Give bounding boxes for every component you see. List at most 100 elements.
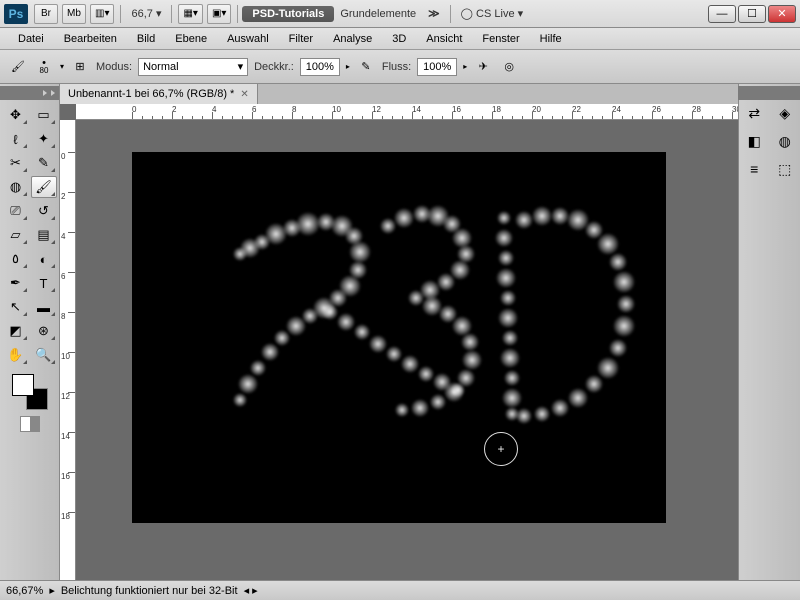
brush-stroke <box>497 211 511 225</box>
bridge-button[interactable]: Br <box>34 4 58 24</box>
tool-blur[interactable]: ٥ <box>3 248 29 270</box>
brush-stroke <box>418 366 434 382</box>
workspace-more-icon[interactable]: ≫ <box>422 7 446 20</box>
document-title: Unbenannt-1 bei 66,7% (RGB/8) * <box>68 88 234 100</box>
arrange-button[interactable]: ▦▾ <box>178 4 202 24</box>
tools-panel: ✥▭ℓ✦✂✎◍🖌⎚↺▱▤٥◐✒T↖▬◩⊛✋🔍 <box>0 84 60 580</box>
adjustments-icon[interactable]: ⇄ <box>743 102 765 124</box>
brush-preset-icon[interactable]: •80 <box>34 57 54 77</box>
tool-move[interactable]: ✥ <box>3 104 29 126</box>
tool-path[interactable]: ↖ <box>3 296 29 318</box>
brush-stroke <box>534 406 550 422</box>
tool-brush[interactable]: 🖌 <box>31 176 57 198</box>
minimize-button[interactable]: — <box>708 5 736 23</box>
screenmode-button[interactable]: ▣▾ <box>207 4 231 24</box>
brush-stroke <box>585 375 603 393</box>
tool-pen[interactable]: ✒ <box>3 272 29 294</box>
ruler-vertical[interactable]: 024681012141618 <box>60 120 76 580</box>
brush-stroke <box>504 370 520 386</box>
quickmask-toggle[interactable] <box>20 416 40 432</box>
opacity-input[interactable]: 100% <box>300 58 340 76</box>
brush-stroke <box>233 393 247 407</box>
swatches-icon[interactable]: ◧ <box>743 130 765 152</box>
brush-stroke <box>354 324 370 340</box>
tool-shape[interactable]: ▬ <box>31 296 57 318</box>
tools-collapse[interactable] <box>0 86 59 100</box>
fg-color[interactable] <box>12 374 34 396</box>
tool-heal[interactable]: ◍ <box>3 176 29 198</box>
brush-stroke <box>613 315 635 337</box>
tool-eraser[interactable]: ▱ <box>3 224 29 246</box>
tool-gradient[interactable]: ▤ <box>31 224 57 246</box>
close-document-icon[interactable]: ✕ <box>240 89 248 100</box>
minibridge-button[interactable]: Mb <box>62 4 86 24</box>
tool-3dcam[interactable]: ⊛ <box>31 320 57 342</box>
close-button[interactable]: ✕ <box>768 5 796 23</box>
paths-icon[interactable]: ⬚ <box>774 158 796 180</box>
tool-crop[interactable]: ✂ <box>3 152 29 174</box>
zoom-display[interactable]: 66,7 ▾ <box>125 7 167 20</box>
mode-label: Modus: <box>96 61 132 73</box>
flow-label: Fluss: <box>382 61 411 73</box>
brush-panel-icon[interactable]: ⊞ <box>70 57 90 77</box>
options-bar: 🖌 •80 ▾ ⊞ Modus: Normal▾ Deckkr.: 100% ▸… <box>0 50 800 84</box>
channels-icon[interactable]: ◍ <box>774 130 796 152</box>
opacity-pressure-icon[interactable]: ✎ <box>356 57 376 77</box>
color-swatch[interactable] <box>12 374 48 410</box>
menu-bild[interactable]: Bild <box>127 33 165 45</box>
styles-icon[interactable]: ≡ <box>743 158 765 180</box>
status-message: Belichtung funktioniert nur bei 32-Bit <box>61 585 238 597</box>
brush-stroke <box>386 346 402 362</box>
cslive-button[interactable]: ◯ CS Live ▾ <box>455 7 529 20</box>
menu-datei[interactable]: Datei <box>8 33 54 45</box>
tool-eyedropper[interactable]: ✎ <box>31 152 57 174</box>
canvas-stage[interactable]: + <box>76 120 738 580</box>
brush-stroke <box>322 304 338 320</box>
layers-icon[interactable]: ◈ <box>774 102 796 124</box>
tool-zoom[interactable]: 🔍 <box>31 344 57 366</box>
brush-cursor-icon: + <box>484 432 518 466</box>
tool-hand[interactable]: ✋ <box>3 344 29 366</box>
menu-bearbeiten[interactable]: Bearbeiten <box>54 33 127 45</box>
menu-fenster[interactable]: Fenster <box>472 33 529 45</box>
brush-stroke <box>502 388 522 408</box>
menu-ansicht[interactable]: Ansicht <box>416 33 472 45</box>
flow-input[interactable]: 100% <box>417 58 457 76</box>
airbrush-icon[interactable]: ✈ <box>473 57 493 77</box>
mode-select[interactable]: Normal▾ <box>138 58 248 76</box>
brush-stroke <box>597 233 619 255</box>
menu-hilfe[interactable]: Hilfe <box>530 33 572 45</box>
tool-preset-icon[interactable]: 🖌 <box>8 57 28 77</box>
menu-ebene[interactable]: Ebene <box>165 33 217 45</box>
workspace-psd[interactable]: PSD-Tutorials <box>242 6 334 22</box>
menu-analyse[interactable]: Analyse <box>323 33 382 45</box>
tool-stamp[interactable]: ⎚ <box>3 200 29 222</box>
brush-stroke <box>461 333 479 351</box>
document-tab[interactable]: Unbenannt-1 bei 66,7% (RGB/8) * ✕ <box>60 84 258 104</box>
status-zoom[interactable]: 66,67% <box>6 585 43 597</box>
panel-collapse[interactable] <box>738 86 800 100</box>
brush-stroke <box>609 253 627 271</box>
size-pressure-icon[interactable]: ◎ <box>499 57 519 77</box>
maximize-button[interactable]: ☐ <box>738 5 766 23</box>
workspace-grundelemente[interactable]: Grundelemente <box>334 8 422 20</box>
tool-lasso[interactable]: ℓ <box>3 128 29 150</box>
menu-3d[interactable]: 3D <box>382 33 416 45</box>
brush-stroke <box>349 241 371 263</box>
extras-button[interactable]: ▥▾ <box>90 4 114 24</box>
tool-dodge[interactable]: ◐ <box>31 248 57 270</box>
tool-history[interactable]: ↺ <box>31 200 57 222</box>
brush-stroke <box>430 394 446 410</box>
menu-auswahl[interactable]: Auswahl <box>217 33 279 45</box>
tool-wand[interactable]: ✦ <box>31 128 57 150</box>
brush-stroke <box>250 360 266 376</box>
brush-stroke <box>238 374 258 394</box>
canvas[interactable]: + <box>132 152 666 523</box>
brush-stroke <box>498 308 518 328</box>
tool-type[interactable]: T <box>31 272 57 294</box>
tool-marquee[interactable]: ▭ <box>31 104 57 126</box>
brush-stroke <box>395 403 409 417</box>
menu-filter[interactable]: Filter <box>279 33 323 45</box>
ruler-horizontal[interactable]: 024681012141618202224262830 <box>76 104 738 120</box>
tool-3d[interactable]: ◩ <box>3 320 29 342</box>
